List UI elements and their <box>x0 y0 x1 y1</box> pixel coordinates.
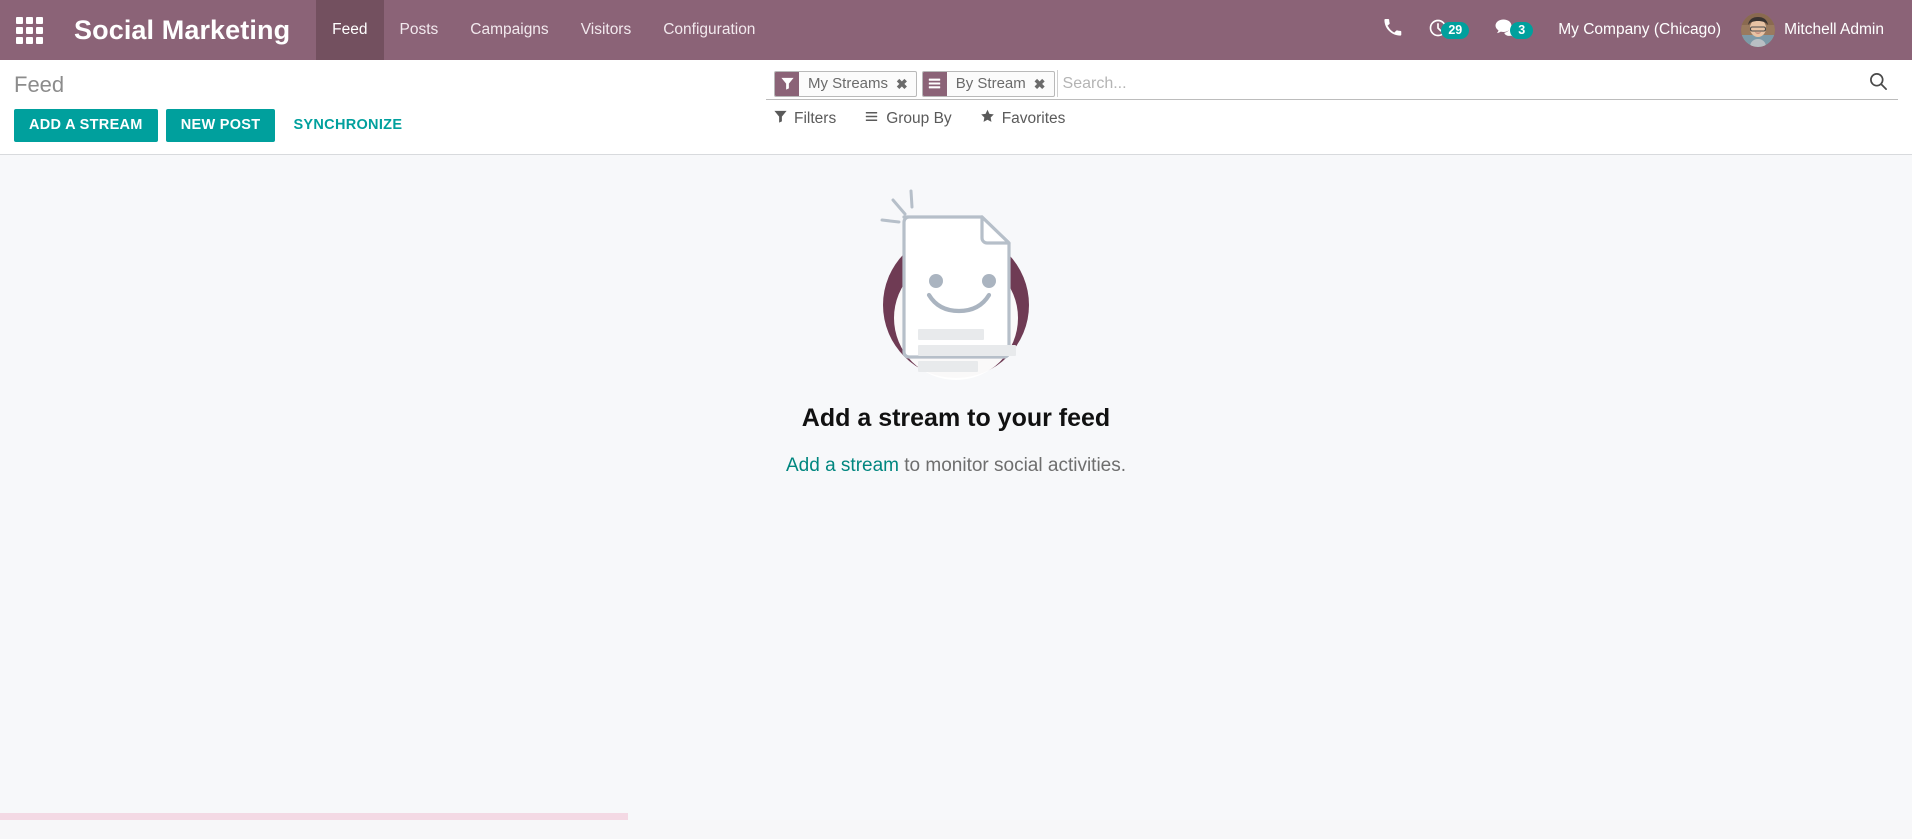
add-a-stream-link[interactable]: Add a stream <box>786 455 899 476</box>
group-by-bars-icon <box>922 71 947 96</box>
smiling-document-icon <box>841 177 1071 382</box>
group-by-bars-icon <box>864 110 879 128</box>
page-title: Feed <box>14 72 65 97</box>
action-buttons: ADD A STREAM NEW POST SYNCHRONIZE <box>14 109 412 143</box>
facet-my-streams[interactable]: My Streams ✖ <box>774 70 917 97</box>
systray: 29 3 My Company (Chicago) Mitchell Admin <box>1370 0 1912 60</box>
favorites-dropdown[interactable]: Favorites <box>980 109 1066 128</box>
favorites-label: Favorites <box>1001 109 1066 127</box>
user-menu[interactable]: Mitchell Admin <box>1733 0 1898 60</box>
synchronize-button[interactable]: SYNCHRONIZE <box>283 109 412 142</box>
add-a-stream-button[interactable]: ADD A STREAM <box>14 109 158 143</box>
user-avatar <box>1741 13 1776 47</box>
filters-label: Filters <box>794 109 837 127</box>
empty-state-subtitle-rest: to monitor social activities. <box>898 455 1127 477</box>
search-dropdown-menus: Filters Group By Favorites <box>766 109 1898 128</box>
search-facets: My Streams ✖ By Stream ✖ <box>766 70 1055 97</box>
menu-item-campaigns[interactable]: Campaigns <box>454 0 564 60</box>
user-name-label: Mitchell Admin <box>1784 21 1884 38</box>
close-x-icon[interactable]: ✖ <box>896 77 908 91</box>
filters-dropdown[interactable]: Filters <box>774 110 836 128</box>
empty-state-title: Add a stream to your feed <box>801 404 1111 433</box>
breadcrumb: Feed <box>14 70 64 100</box>
main-menu: Feed Posts Campaigns Visitors Configurat… <box>316 0 771 60</box>
new-post-button[interactable]: NEW POST <box>165 109 276 143</box>
app-brand-title[interactable]: Social Marketing <box>58 0 316 60</box>
navbar-spacer <box>771 0 1370 60</box>
facet-by-stream-label: By Stream <box>955 75 1026 92</box>
messages-count-badge: 3 <box>1510 21 1534 39</box>
control-panel-top-row: Feed My Streams ✖ By Stream ✖ Search... <box>0 60 1912 100</box>
filter-funnel-icon <box>775 71 799 96</box>
group-by-dropdown[interactable]: Group By <box>864 109 952 128</box>
control-panel: Feed My Streams ✖ By Stream ✖ Search... … <box>0 60 1912 156</box>
apps-grid-icon <box>15 16 43 44</box>
magnifier-icon <box>1869 72 1888 96</box>
filter-funnel-icon <box>774 110 787 128</box>
page-loading-progress-bar <box>0 813 628 821</box>
facet-my-streams-label: My Streams <box>808 75 889 92</box>
menu-item-feed[interactable]: Feed <box>316 0 384 60</box>
group-by-label: Group By <box>886 109 952 127</box>
voip-phone-button[interactable] <box>1370 0 1415 60</box>
messages-button[interactable]: 3 <box>1482 0 1546 60</box>
apps-menu-button[interactable] <box>0 0 58 60</box>
star-icon <box>980 109 995 128</box>
top-navbar: Social Marketing Feed Posts Campaigns Vi… <box>0 0 1912 60</box>
searchview: My Streams ✖ By Stream ✖ Search... <box>766 70 1898 100</box>
activities-button[interactable]: 29 <box>1415 0 1482 60</box>
searchview-area: My Streams ✖ By Stream ✖ Search... <box>766 70 1898 100</box>
close-x-icon[interactable]: ✖ <box>1034 77 1046 91</box>
search-button[interactable] <box>1855 70 1898 97</box>
phone-icon <box>1383 18 1402 42</box>
menu-item-posts[interactable]: Posts <box>384 0 455 60</box>
search-input-wrapper <box>1056 70 1855 97</box>
empty-state: Add a stream to your feed Add a stream t… <box>786 177 1126 477</box>
empty-state-subtitle: Add a stream to monitor social activitie… <box>786 455 1126 477</box>
search-input[interactable] <box>1062 72 1855 95</box>
activities-count-badge: 29 <box>1441 21 1470 39</box>
control-panel-bottom-row: ADD A STREAM NEW POST SYNCHRONIZE Filter… <box>0 100 1912 154</box>
menu-item-configuration[interactable]: Configuration <box>647 0 771 60</box>
menu-item-visitors[interactable]: Visitors <box>565 0 648 60</box>
feed-content-area: Add a stream to your feed Add a stream t… <box>0 155 1912 821</box>
facet-by-stream[interactable]: By Stream ✖ <box>921 70 1055 97</box>
company-switcher[interactable]: My Company (Chicago) <box>1546 0 1733 60</box>
